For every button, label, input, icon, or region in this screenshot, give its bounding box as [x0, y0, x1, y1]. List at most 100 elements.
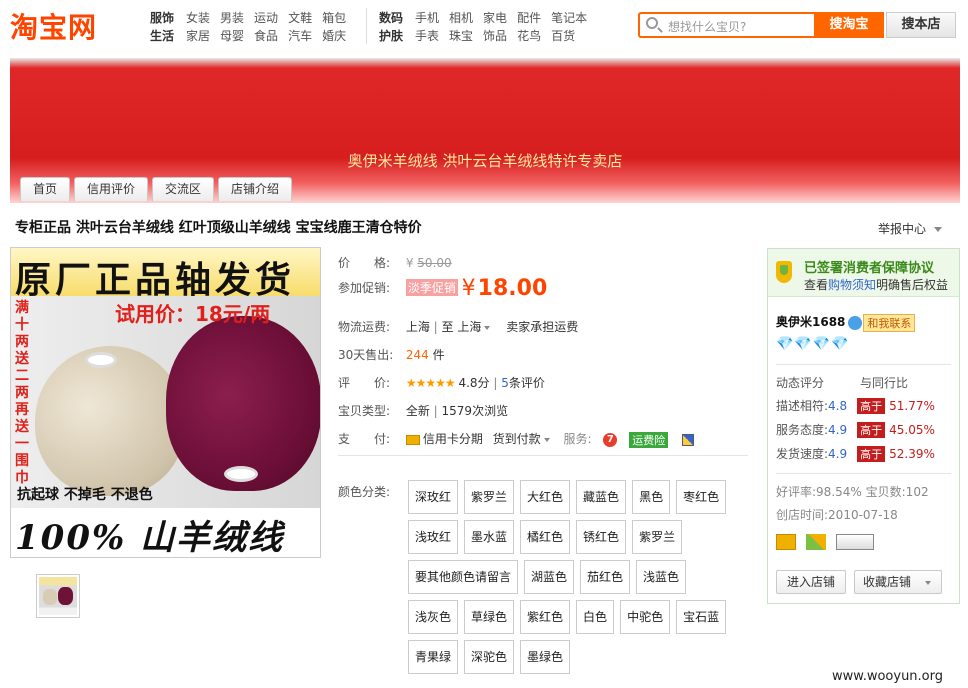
cat-link[interactable]: 数码	[379, 9, 403, 27]
color-option[interactable]: 宝石蓝	[676, 600, 727, 634]
protect-sub-post: 明确售后权益	[876, 278, 949, 292]
cat-link[interactable]: 汽车	[288, 27, 312, 45]
color-option[interactable]: 紫罗兰	[632, 520, 683, 554]
color-option[interactable]: 茄红色	[580, 560, 631, 594]
cone-hole	[85, 352, 117, 368]
pay-cod[interactable]: 货到付款	[493, 432, 541, 446]
cat-link[interactable]: 笔记本	[551, 9, 587, 27]
category-group-2: 数码 手机 相机 家电 配件 笔记本 护肤 手表 珠宝 饰品 花鸟 百货	[379, 9, 597, 45]
color-option[interactable]: 大红色	[520, 480, 571, 514]
color-option[interactable]: 草绿色	[464, 600, 515, 634]
search-input[interactable]: 想找什么宝贝?	[638, 12, 816, 38]
cat-link[interactable]: 家居	[186, 27, 210, 45]
cat-link[interactable]: 生活	[150, 27, 174, 45]
color-option[interactable]: 浅玫红	[408, 520, 459, 554]
color-option[interactable]: 紫罗兰	[464, 480, 515, 514]
dsr-pct: 45.05%	[889, 423, 935, 437]
rating-row: 评 价: ★★★★★ 4.8分 | 5条评价	[338, 374, 545, 391]
cat-link[interactable]: 配件	[517, 9, 541, 27]
rating-stars-icon: ★★★★★	[405, 376, 456, 390]
tab-credit[interactable]: 信用评价	[74, 177, 149, 201]
cat-link[interactable]: 服饰	[150, 9, 174, 27]
color-option[interactable]: 青果绿	[408, 640, 459, 674]
color-option[interactable]: 要其他颜色请留言	[408, 560, 519, 594]
search-placeholder: 想找什么宝贝?	[668, 20, 747, 34]
pay-installment[interactable]: 信用卡分期	[423, 432, 483, 446]
color-option[interactable]: 浅灰色	[408, 600, 459, 634]
items-count: 宝贝数:102	[865, 485, 929, 499]
cat-link[interactable]: 箱包	[322, 9, 346, 27]
color-option[interactable]: 白色	[576, 600, 615, 634]
wangwang-icon[interactable]	[848, 315, 863, 330]
color-option[interactable]: 深驼色	[464, 640, 515, 674]
cat-link[interactable]: 婚庆	[322, 27, 346, 45]
gift-icon[interactable]	[805, 534, 826, 550]
card-icon[interactable]	[776, 534, 796, 550]
color-options: 深玫红 紫罗兰 大红色 藏蓝色 黑色 枣红色 浅玫红 墨水蓝 橘红色 锈红色 紫…	[408, 480, 748, 680]
search-taobao-button[interactable]: 搜淘宝	[814, 12, 884, 38]
rating-score: 4.8分	[458, 376, 490, 390]
color-option[interactable]: 枣红色	[676, 480, 727, 514]
dsr-score: 4.9	[828, 423, 848, 437]
color-option[interactable]: 中驼色	[620, 600, 671, 634]
shipping-to-word: 至	[441, 320, 454, 334]
type-label: 宝贝类型:	[338, 404, 391, 418]
promo-price: ¥18.00	[462, 276, 548, 301]
cat-link[interactable]: 运动	[254, 9, 278, 27]
shop-badges	[776, 534, 880, 550]
cat-link[interactable]: 男装	[220, 9, 244, 27]
protect-link[interactable]: 购物须知	[828, 278, 876, 292]
cat-link[interactable]: 护肤	[379, 27, 403, 45]
color-option[interactable]: 深玫红	[408, 480, 459, 514]
site-header: 淘宝网 服饰 女装 男装 运动 文鞋 箱包 生活 家居 母婴 食品 汽车 婚庆 …	[0, 0, 968, 52]
color-option[interactable]: 紫红色	[520, 600, 571, 634]
color-option[interactable]: 橘红色	[520, 520, 571, 554]
color-option[interactable]: 墨水蓝	[464, 520, 515, 554]
favorite-shop-button[interactable]: 收藏店铺	[854, 570, 942, 594]
favorite-shop-label: 收藏店铺	[863, 575, 912, 589]
rating-count-link[interactable]: 5条评价	[501, 376, 545, 390]
chevron-down-icon[interactable]	[543, 437, 550, 442]
cat-link[interactable]: 相机	[449, 9, 473, 27]
dsr-label: 服务态度:	[776, 423, 829, 437]
cat-link[interactable]: 手表	[415, 27, 439, 45]
cat-link[interactable]: 百货	[551, 27, 575, 45]
dsr-title: 动态评分	[776, 376, 825, 390]
protect-title[interactable]: 已签署消费者保障协议	[804, 257, 934, 276]
service-icon[interactable]	[682, 433, 695, 446]
consumer-protection: 已签署消费者保障协议 查看购物须知明确售后权益	[768, 249, 959, 297]
enter-shop-button[interactable]: 进入店铺	[776, 570, 846, 594]
cat-link[interactable]: 花鸟	[517, 27, 541, 45]
color-option[interactable]: 锈红色	[576, 520, 627, 554]
cat-link[interactable]: 母婴	[220, 27, 244, 45]
tab-forum[interactable]: 交流区	[152, 177, 215, 201]
color-option[interactable]: 藏蓝色	[576, 480, 627, 514]
dsr-score: 4.9	[828, 447, 848, 461]
cat-link[interactable]: 文鞋	[288, 9, 312, 27]
cat-link[interactable]: 家电	[483, 9, 507, 27]
seller-name[interactable]: 奥伊米1688	[776, 315, 845, 329]
verify-icon[interactable]	[835, 534, 874, 550]
cat-link[interactable]: 女装	[186, 9, 210, 27]
taobao-logo[interactable]: 淘宝网	[10, 6, 97, 46]
product-thumbnail[interactable]	[36, 574, 80, 618]
cat-link[interactable]: 食品	[254, 27, 278, 45]
color-option[interactable]: 湖蓝色	[524, 560, 575, 594]
shipping-row: 物流运费: 上海 | 至 上海 卖家承担运费	[338, 318, 578, 335]
search-shop-button[interactable]: 搜本店	[886, 12, 956, 38]
cat-link[interactable]: 手机	[415, 9, 439, 27]
tab-home[interactable]: 首页	[20, 177, 71, 201]
color-option[interactable]: 墨绿色	[520, 640, 571, 674]
cat-link[interactable]: 饰品	[483, 27, 507, 45]
color-option[interactable]: 黑色	[632, 480, 671, 514]
shipping-insurance-badge[interactable]: 运费险	[629, 431, 669, 448]
cat-link[interactable]: 珠宝	[449, 27, 473, 45]
shipping-to-select[interactable]: 上海	[457, 320, 491, 334]
tab-about[interactable]: 店铺介绍	[218, 177, 293, 201]
chat-button[interactable]: 和我联系	[863, 313, 916, 332]
report-center-link[interactable]: 举报中心	[878, 220, 943, 237]
shop-stats: 好评率:98.54% 宝贝数:102	[776, 483, 929, 500]
seven-day-return-icon[interactable]: 7	[603, 432, 618, 447]
color-option[interactable]: 浅蓝色	[636, 560, 687, 594]
product-main-image[interactable]: 原厂正品轴发货 试用价：18元/两 满十两送二两再送一围巾 抗起球 不掉毛 不退…	[10, 247, 321, 558]
